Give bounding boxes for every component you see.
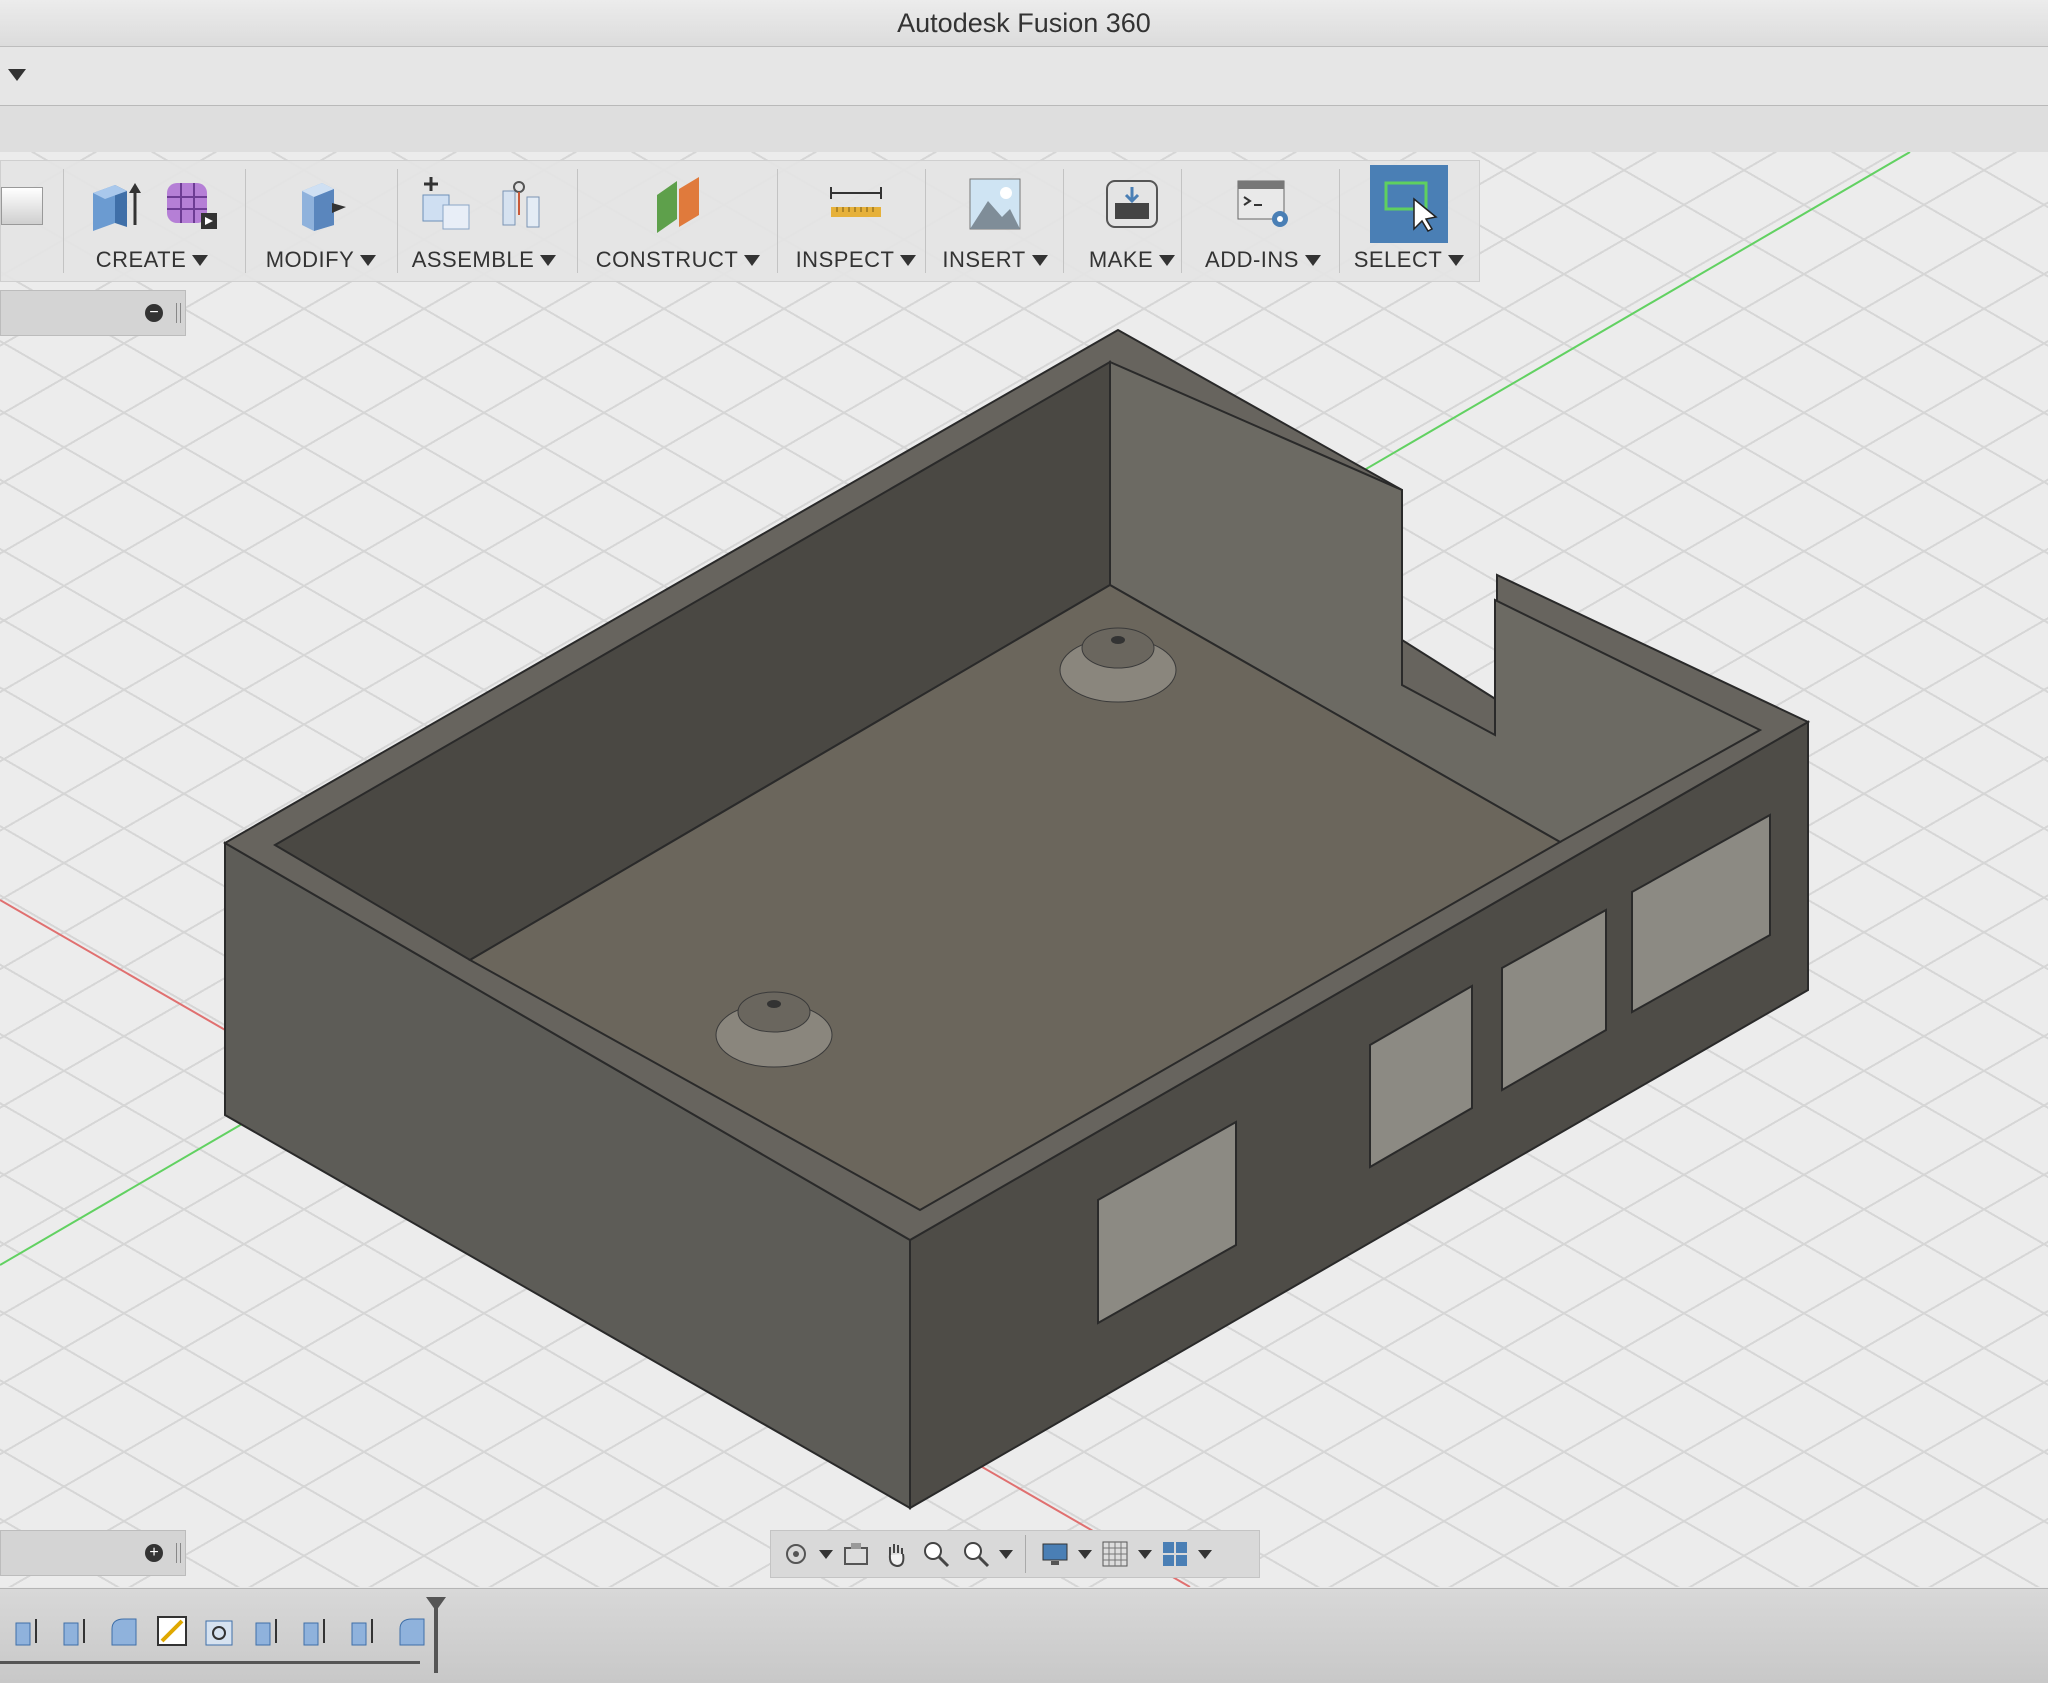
timeline-fillet-icon[interactable] (106, 1613, 142, 1649)
toolbar-separator (1339, 169, 1340, 273)
create-menu[interactable]: CREATE (77, 161, 227, 281)
browser-panel[interactable]: − (0, 290, 186, 336)
select-active-bg (1370, 165, 1448, 243)
toolbar-separator (925, 169, 926, 273)
timeline-sketch-icon[interactable] (154, 1613, 190, 1649)
application-bar (0, 47, 2048, 106)
toolbar-separator (245, 169, 246, 273)
timeline-hole-icon[interactable] (202, 1613, 238, 1649)
create-label: CREATE (95, 247, 187, 272)
toolbar-separator (63, 169, 64, 273)
construct-caret-icon (744, 254, 761, 266)
inspect-menu[interactable]: INSPECT (791, 161, 921, 281)
add-ins-caret-icon (1304, 254, 1321, 266)
3d-print-icon[interactable] (1103, 175, 1161, 233)
assemble-label: ASSEMBLE (411, 247, 535, 272)
modify-label: MODIFY (265, 247, 355, 272)
main-toolbar: CREATE MODIFY ASSEMBLE CONSTRUCT INSPECT (0, 160, 1480, 282)
insert-image-icon[interactable] (966, 175, 1024, 233)
select-menu[interactable]: SELECT (1353, 161, 1465, 281)
modify-menu[interactable]: MODIFY (261, 161, 381, 281)
zoom-window-icon[interactable] (959, 1538, 993, 1570)
toolbar-separator (777, 169, 778, 273)
joint-icon[interactable] (493, 175, 551, 233)
canvas-viewport[interactable] (0, 152, 2048, 1587)
select-caret-icon (1448, 254, 1465, 266)
viewports-icon[interactable] (1158, 1538, 1192, 1570)
construct-menu[interactable]: CONSTRUCT (593, 161, 763, 281)
make-caret-icon (1159, 254, 1176, 266)
display-dropdown-icon[interactable] (1078, 1549, 1092, 1559)
data-panel-dropdown-icon[interactable] (8, 69, 26, 81)
new-component-icon[interactable] (417, 175, 475, 233)
modify-caret-icon (360, 254, 377, 266)
zoom-icon[interactable] (919, 1538, 953, 1570)
pan-icon[interactable] (879, 1538, 913, 1570)
scripts-icon[interactable] (1234, 175, 1292, 233)
comments-panel[interactable]: + (0, 1530, 186, 1576)
navbar-separator (1025, 1535, 1026, 1573)
orbit-dropdown-icon[interactable] (819, 1549, 833, 1559)
grid-dropdown-icon[interactable] (1138, 1549, 1152, 1559)
model-canvas (0, 152, 1911, 1587)
toolbar-separator (1063, 169, 1064, 273)
insert-label: INSERT (942, 247, 1026, 272)
assemble-menu[interactable]: ASSEMBLE (409, 161, 559, 281)
extrude-icon[interactable] (85, 175, 143, 233)
create-caret-icon (192, 254, 209, 266)
zoom-dropdown-icon[interactable] (999, 1549, 1013, 1559)
timeline-extrude-icon[interactable] (58, 1613, 94, 1649)
assemble-caret-icon (540, 254, 557, 266)
insert-menu[interactable]: INSERT (937, 161, 1053, 281)
look-at-icon[interactable] (839, 1538, 873, 1570)
add-ins-menu[interactable]: ADD-INS (1195, 161, 1331, 281)
toolbar-separator (397, 169, 398, 273)
window-titlebar: Autodesk Fusion 360 (0, 0, 2048, 47)
form-icon[interactable] (161, 175, 219, 233)
timeline-track (0, 1661, 420, 1664)
insert-caret-icon (1031, 254, 1048, 266)
orbit-icon[interactable] (779, 1538, 813, 1570)
toolbar-separator (1181, 169, 1182, 273)
toolbar-separator (577, 169, 578, 273)
timeline-extrude-icon[interactable] (346, 1613, 382, 1649)
workspace-switcher[interactable] (1, 187, 43, 225)
grid-settings-icon[interactable] (1098, 1538, 1132, 1570)
navigation-bar (770, 1530, 1260, 1578)
window-select-icon[interactable] (1380, 175, 1438, 233)
viewports-dropdown-icon[interactable] (1198, 1549, 1212, 1559)
add-ins-label: ADD-INS (1205, 247, 1299, 272)
timeline-extrude-icon[interactable] (250, 1613, 286, 1649)
measure-icon[interactable] (827, 175, 885, 233)
construct-label: CONSTRUCT (595, 247, 739, 272)
select-label: SELECT (1353, 247, 1443, 272)
comments-grip-icon[interactable] (176, 1543, 181, 1563)
tab-bar (0, 106, 2048, 153)
make-menu[interactable]: MAKE (1077, 161, 1187, 281)
display-settings-icon[interactable] (1038, 1538, 1072, 1570)
browser-collapse-button[interactable]: − (145, 304, 163, 322)
browser-grip-icon[interactable] (176, 303, 181, 323)
plane-icon[interactable] (649, 175, 707, 233)
timeline-extrude-icon[interactable] (298, 1613, 334, 1649)
timeline (0, 1588, 2048, 1683)
timeline-fillet-icon[interactable] (394, 1613, 430, 1649)
press-pull-icon[interactable] (292, 175, 350, 233)
make-label: MAKE (1088, 247, 1154, 272)
inspect-label: INSPECT (795, 247, 895, 272)
window-title: Autodesk Fusion 360 (897, 7, 1151, 38)
timeline-extrude-icon[interactable] (10, 1613, 46, 1649)
comments-expand-button[interactable]: + (145, 1544, 163, 1562)
timeline-marker-handle[interactable] (426, 1597, 446, 1611)
inspect-caret-icon (900, 254, 917, 266)
